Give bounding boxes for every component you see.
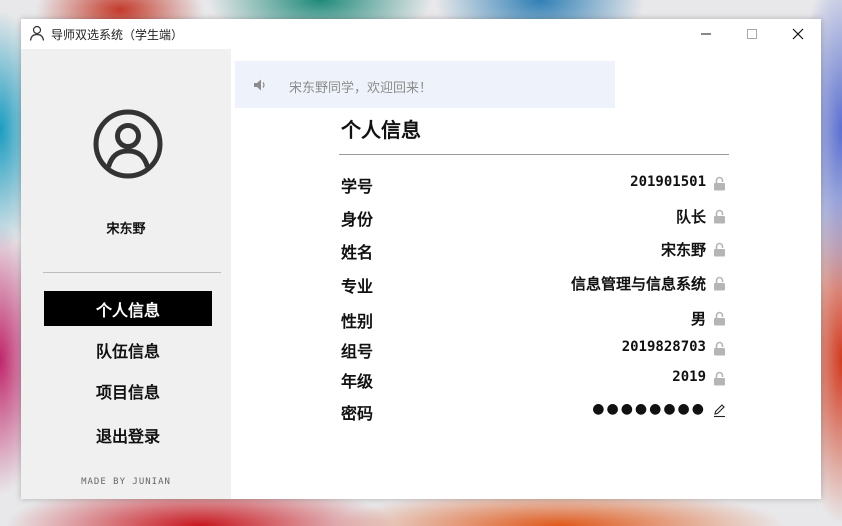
made-by-footer: MADE BY JUNIAN <box>81 477 171 487</box>
username: 宋东野 <box>106 222 146 237</box>
lock-icon <box>714 371 725 386</box>
field-value: 2019 <box>672 369 706 385</box>
field-label: 性别 <box>341 312 374 331</box>
nav-item-team-info[interactable]: 队伍信息 <box>44 332 212 367</box>
title-bar: 导师双选系统（学生端） <box>21 19 821 49</box>
field-value: 信息管理与信息系统 <box>570 275 706 293</box>
minimize-icon <box>701 33 711 35</box>
lock-icon <box>714 242 725 257</box>
minimize-button[interactable] <box>683 19 729 49</box>
info-row-group-id: 组号 2019828703 <box>341 336 728 361</box>
info-row-grade: 年级 2019 <box>341 366 728 391</box>
nav-item-personal-info[interactable]: 个人信息 <box>44 291 212 326</box>
lock-icon <box>714 209 725 224</box>
info-row-name: 姓名 宋东野 <box>341 237 728 262</box>
maximize-icon <box>747 29 757 39</box>
window-title: 导师双选系统（学生端） <box>51 28 184 42</box>
field-value: 队长 <box>675 208 706 226</box>
field-label: 姓名 <box>341 243 374 262</box>
field-value: 2019828703 <box>621 339 706 355</box>
nav-item-logout[interactable]: 退出登录 <box>44 417 212 452</box>
field-value: 201901501 <box>630 174 706 190</box>
field-label: 年级 <box>341 372 374 391</box>
info-row-password: 密码 ●●●●●●●● <box>341 398 728 423</box>
info-row-major: 专业 信息管理与信息系统 <box>341 271 728 296</box>
info-row-role: 身份 队长 <box>341 204 728 229</box>
close-button[interactable] <box>775 19 821 49</box>
field-label: 专业 <box>341 277 374 296</box>
field-label: 学号 <box>341 177 374 196</box>
app-window: 导师双选系统（学生端） 宋东野 个人信息 队伍信息 项目信息 退出登录 MADE… <box>21 19 821 499</box>
field-label: 身份 <box>341 210 374 229</box>
close-icon <box>792 28 804 40</box>
nav-item-project-info[interactable]: 项目信息 <box>44 373 212 408</box>
lock-icon <box>714 276 725 291</box>
lock-icon <box>714 311 725 326</box>
info-row-gender: 性别 男 <box>341 306 728 331</box>
title-divider <box>339 154 729 155</box>
info-row-student-id: 学号 201901501 <box>341 171 728 196</box>
lock-icon <box>714 176 725 191</box>
field-label: 密码 <box>341 404 374 423</box>
field-value: 男 <box>690 310 706 328</box>
welcome-text: 宋东野同学，欢迎回来！ <box>289 81 433 96</box>
password-value: ●●●●●●●● <box>592 401 706 417</box>
lock-icon <box>714 341 725 356</box>
maximize-button[interactable] <box>729 19 775 49</box>
user-circle-icon <box>93 109 163 179</box>
sidebar: 宋东野 个人信息 队伍信息 项目信息 退出登录 MADE BY JUNIAN <box>21 49 231 499</box>
page-title: 个人信息 <box>341 118 421 142</box>
user-outline-icon <box>29 25 45 41</box>
field-label: 组号 <box>341 342 374 361</box>
sidebar-divider <box>43 272 221 273</box>
welcome-notice: 宋东野同学，欢迎回来！ <box>235 61 615 108</box>
field-value: 宋东野 <box>660 241 706 259</box>
edit-icon[interactable] <box>713 403 726 418</box>
speaker-icon <box>254 79 265 91</box>
